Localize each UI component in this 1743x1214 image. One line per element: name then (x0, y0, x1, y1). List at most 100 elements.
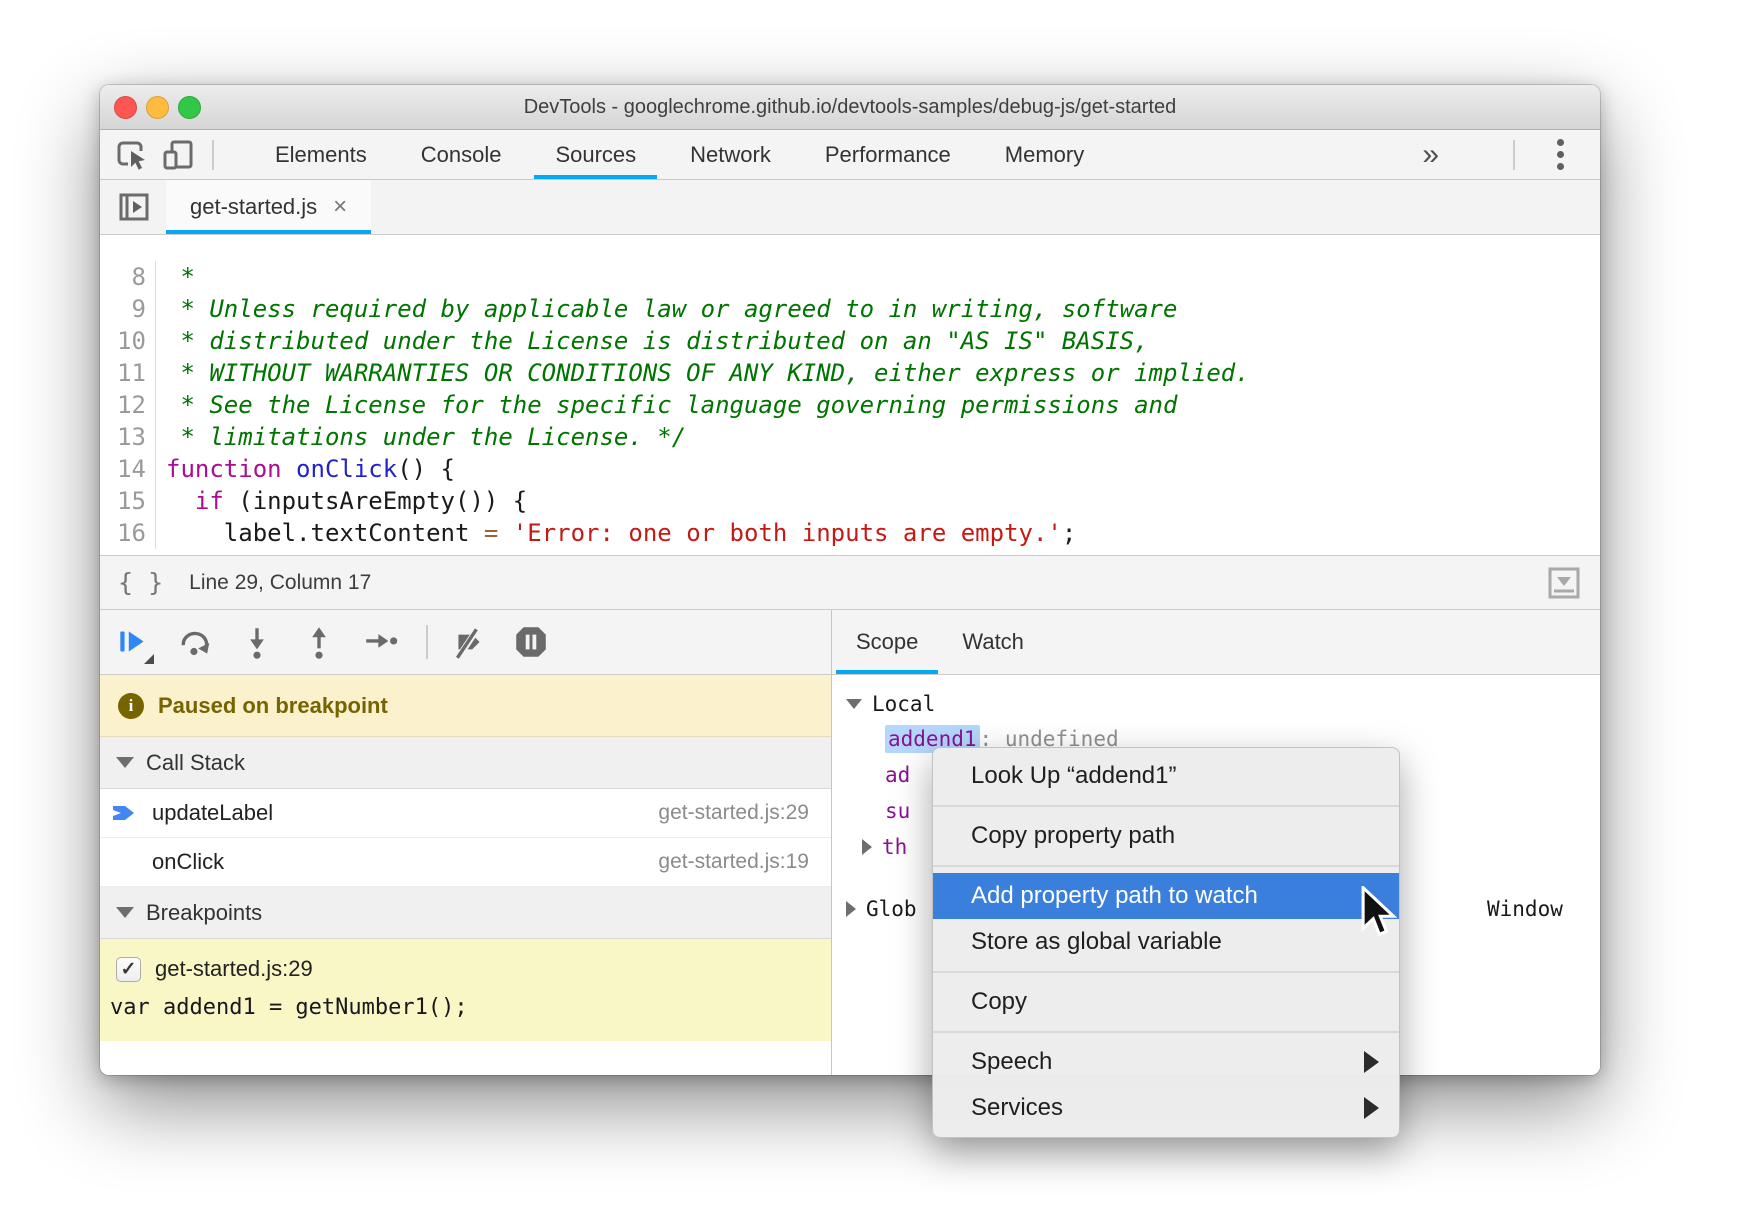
expand-drawer-icon[interactable] (1546, 565, 1582, 601)
toolbar-right-group: » (1414, 130, 1600, 179)
menu-item-copy-property-path[interactable]: Copy property path (933, 813, 1399, 859)
menu-item-label: Look Up “addend1” (971, 762, 1176, 790)
collapsed-triangle-icon (862, 839, 872, 855)
code-line: 13 * limitations under the License. */ (100, 421, 1600, 453)
device-toolbar-icon[interactable] (160, 137, 196, 173)
panel-tab-performance[interactable]: Performance (798, 130, 978, 179)
panel-tab-console[interactable]: Console (394, 130, 529, 179)
scope-tab-strip: ScopeWatch (832, 610, 1600, 675)
frame-function-name: onClick (152, 849, 224, 875)
panel-tab-elements[interactable]: Elements (248, 130, 394, 179)
menu-item-copy[interactable]: Copy (933, 979, 1399, 1025)
frame-location: get-started.js:19 (658, 850, 809, 874)
code-line-text: * Unless required by applicable law or a… (156, 293, 1177, 325)
code-token-comment: * distributed under the License is distr… (166, 327, 1149, 355)
step-out-button[interactable] (300, 623, 338, 661)
context-menu: Look Up “addend1” Copy property path Add p… (932, 747, 1400, 1138)
close-file-tab-icon[interactable]: × (333, 193, 347, 221)
property-name: su (885, 799, 910, 823)
desktop-canvas: DevTools - googlechrome.github.io/devtoo… (0, 0, 1743, 1214)
code-line-text: * (156, 261, 195, 293)
debugger-toolbar-divider (426, 625, 428, 659)
code-token-plain: ; (1062, 519, 1076, 547)
line-number[interactable]: 11 (100, 357, 156, 389)
resume-script-button[interactable] (114, 623, 152, 661)
code-line: 14function onClick() { (100, 453, 1600, 485)
code-token-comment: * limitations under the License. */ (166, 423, 686, 451)
menu-item-look-up-addend1[interactable]: Look Up “addend1” (933, 753, 1399, 799)
call-stack-list: updateLabelget-started.js:29 onClick get-s… (100, 789, 831, 887)
frame-function-name: updateLabel (152, 800, 273, 826)
panel-tab-sources[interactable]: Sources (528, 130, 663, 179)
pause-on-exceptions-button[interactable] (512, 623, 550, 661)
pretty-print-icon[interactable]: { } (118, 568, 163, 597)
file-tab-get-started[interactable]: get-started.js × (166, 180, 371, 234)
line-number[interactable]: 14 (100, 453, 156, 485)
current-frame-arrow-icon (112, 802, 138, 824)
menu-item-label: Copy (971, 988, 1027, 1016)
breakpoint-checkbox[interactable]: ✓ (116, 957, 141, 982)
code-token-operator: = (484, 519, 498, 547)
scope-global-value: Window (1487, 891, 1563, 927)
code-line: 15 if (inputsAreEmpty()) { (100, 485, 1600, 517)
call-stack-header[interactable]: Call Stack (100, 737, 831, 789)
code-line: 8 * (100, 261, 1600, 293)
property-name: th (882, 835, 907, 859)
breakpoint-location: get-started.js:29 (155, 956, 313, 982)
collapse-triangle-icon (116, 757, 134, 768)
toolbar-divider (1513, 140, 1515, 170)
code-token-comment: * WITHOUT WARRANTIES OR CONDITIONS OF AN… (166, 359, 1250, 387)
line-number[interactable]: 10 (100, 325, 156, 357)
inspect-element-icon[interactable] (114, 137, 150, 173)
code-line: 10 * distributed under the License is di… (100, 325, 1600, 357)
line-number[interactable]: 16 (100, 517, 156, 549)
step-into-button[interactable] (238, 623, 276, 661)
scope-section-local[interactable]: Local (832, 687, 1600, 721)
code-line-text: * WITHOUT WARRANTIES OR CONDITIONS OF AN… (156, 357, 1250, 389)
step-button[interactable] (362, 623, 400, 661)
menu-item-speech[interactable]: Speech (933, 1039, 1399, 1085)
code-token-keyword: if (195, 487, 224, 515)
call-stack-frame[interactable]: onClick get-started.js:19 (100, 838, 831, 887)
tab-watch[interactable]: Watch (940, 610, 1046, 674)
menu-separator (933, 971, 1399, 973)
code-token-plain (498, 519, 512, 547)
tab-scope[interactable]: Scope (834, 610, 940, 674)
code-line-text: if (inputsAreEmpty()) { (156, 485, 527, 517)
line-number[interactable]: 8 (100, 261, 156, 293)
panel-tab-network[interactable]: Network (663, 130, 798, 179)
paused-banner-text: Paused on breakpoint (158, 693, 388, 719)
menu-item-add-property-path-to-watch[interactable]: Add property path to watch (933, 873, 1399, 919)
sources-file-tabbar: get-started.js × (100, 180, 1600, 235)
panel-tab-strip: ElementsConsoleSourcesNetworkPerformance… (248, 130, 1111, 179)
breakpoints-header[interactable]: Breakpoints (100, 887, 831, 939)
submenu-arrow-icon (1364, 1097, 1379, 1119)
line-number[interactable]: 13 (100, 421, 156, 453)
deactivate-breakpoints-button[interactable] (450, 623, 488, 661)
menu-item-store-as-global-variable[interactable]: Store as global variable (933, 919, 1399, 965)
step-over-button[interactable] (176, 623, 214, 661)
code-token-comment: * See the License for the specific langu… (166, 391, 1177, 419)
panel-tab-memory[interactable]: Memory (978, 130, 1111, 179)
code-token-comment: * Unless required by applicable law or a… (166, 295, 1177, 323)
code-line: 16 label.textContent = 'Error: one or bo… (100, 517, 1600, 549)
show-navigator-icon[interactable] (116, 189, 152, 225)
code-editor[interactable]: 8 *9 * Unless required by applicable law… (100, 235, 1600, 555)
toolbar-divider (212, 140, 214, 170)
line-number[interactable]: 9 (100, 293, 156, 325)
line-number[interactable]: 15 (100, 485, 156, 517)
menu-item-label: Store as global variable (971, 928, 1222, 956)
code-line-text: * See the License for the specific langu… (156, 389, 1177, 421)
debugger-controls-toolbar (100, 610, 831, 675)
line-number[interactable]: 12 (100, 389, 156, 421)
menu-item-services[interactable]: Services (933, 1085, 1399, 1131)
more-tabs-chevron-icon[interactable]: » (1414, 138, 1447, 172)
code-line-text: function onClick() { (156, 453, 455, 485)
breakpoint-entry[interactable]: ✓ get-started.js:29 var addend1 = getNum… (100, 939, 831, 1041)
devtools-menu-icon[interactable] (1547, 139, 1574, 170)
editor-status-bar: { } Line 29, Column 17 (100, 555, 1600, 610)
file-tab-name: get-started.js (190, 194, 317, 220)
menu-separator (933, 865, 1399, 867)
call-stack-frame[interactable]: updateLabelget-started.js:29 (100, 789, 831, 838)
menu-item-label: Services (971, 1094, 1063, 1122)
